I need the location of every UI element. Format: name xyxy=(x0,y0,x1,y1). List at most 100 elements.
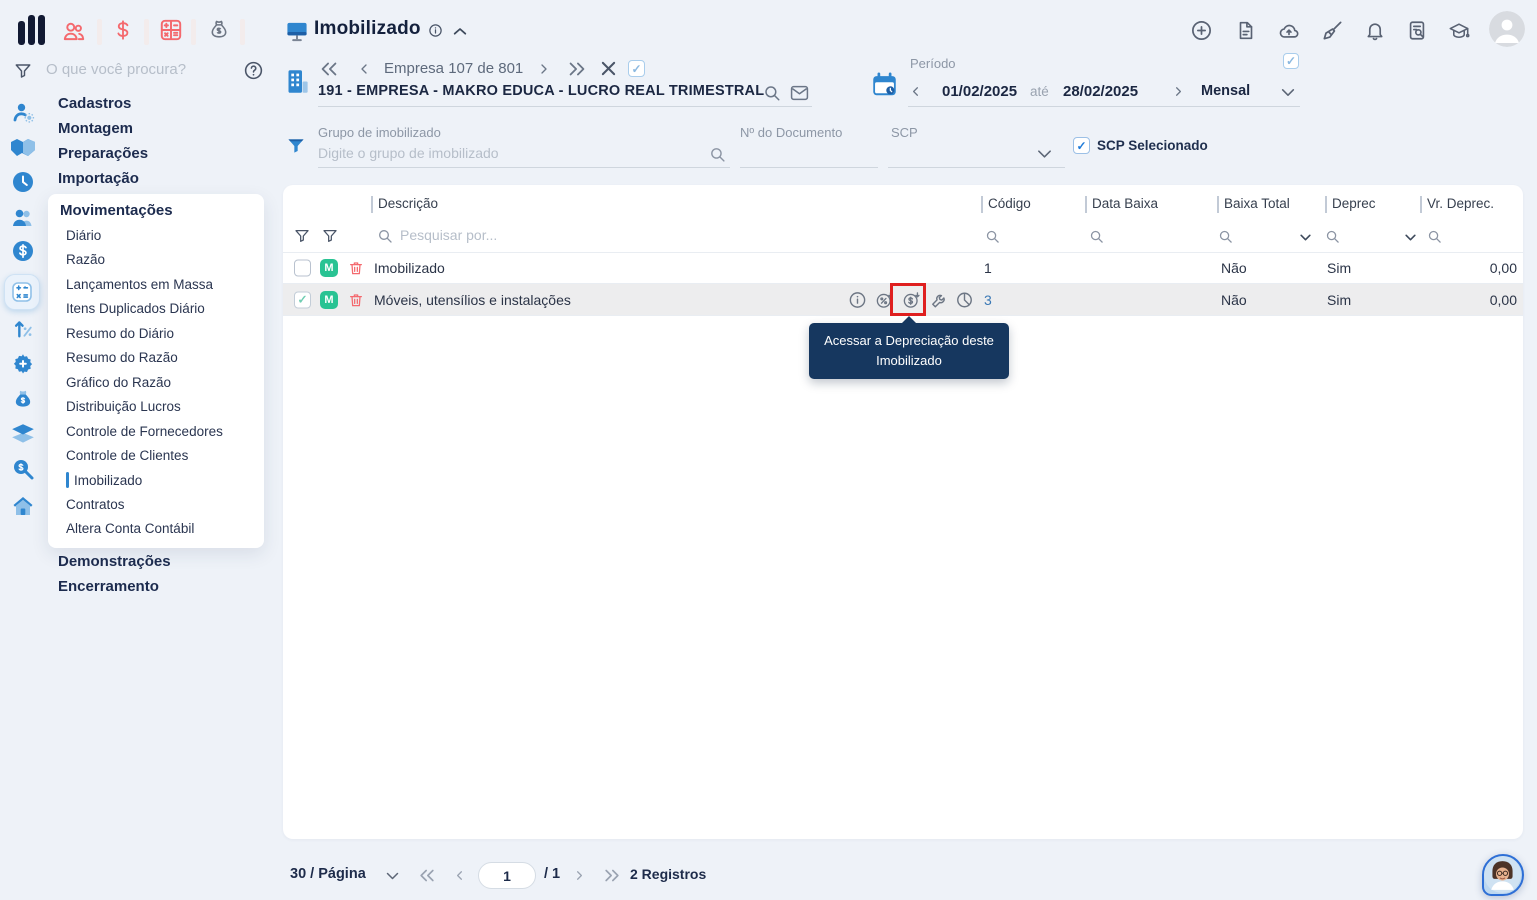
user-settings-icon[interactable] xyxy=(11,100,36,124)
calculator-active-icon[interactable] xyxy=(4,274,40,310)
submenu-item-imobilizado-active[interactable]: Imobilizado xyxy=(66,472,142,488)
table-search-icon[interactable] xyxy=(377,228,393,244)
user-avatar[interactable] xyxy=(1489,11,1525,47)
next-period-icon[interactable] xyxy=(1171,84,1186,99)
page-size-chevron-icon[interactable] xyxy=(385,871,400,881)
home-icon[interactable] xyxy=(10,494,36,518)
chevron-up-icon[interactable] xyxy=(452,25,468,37)
first-page-icon[interactable] xyxy=(417,868,437,883)
period-end-date[interactable]: 28/02/2025 xyxy=(1063,83,1138,100)
baixa-total-search-icon[interactable] xyxy=(1218,229,1233,244)
handshake-icon[interactable] xyxy=(9,135,37,157)
group-filter-input[interactable] xyxy=(318,145,688,161)
submenu-item-diario[interactable]: Diário xyxy=(66,228,101,243)
table-funnel-icon[interactable] xyxy=(294,228,310,244)
document-search-icon[interactable] xyxy=(1406,19,1428,42)
dollar-circle-icon[interactable] xyxy=(11,239,35,263)
column-header-descricao[interactable]: Descrição xyxy=(378,196,438,211)
sidebar-item-importacao[interactable]: Importação xyxy=(58,170,139,187)
row-checkbox[interactable] xyxy=(294,259,311,277)
sidebar-item-encerramento[interactable]: Encerramento xyxy=(58,578,159,595)
period-start-date[interactable]: 01/02/2025 xyxy=(942,83,1017,100)
submenu-item-itens-duplicados-diario[interactable]: Itens Duplicados Diário xyxy=(66,301,205,316)
submenu-item-resumo-do-diario[interactable]: Resumo do Diário xyxy=(66,326,174,341)
row-checkbox[interactable] xyxy=(294,291,311,308)
people-icon[interactable] xyxy=(10,206,36,230)
info-icon[interactable] xyxy=(848,290,867,309)
submenu-item-controle-de-clientes[interactable]: Controle de Clientes xyxy=(66,448,188,463)
table-search-input[interactable] xyxy=(400,227,650,243)
scp-chevron-down-icon[interactable] xyxy=(1036,148,1053,160)
column-header-deprec[interactable]: Deprec xyxy=(1332,196,1376,211)
growth-percent-icon[interactable] xyxy=(12,316,34,340)
baixa-total-chevron-icon[interactable] xyxy=(1299,233,1312,242)
layers-icon[interactable] xyxy=(10,423,36,445)
notifications-icon[interactable] xyxy=(1364,19,1386,42)
prev-company-icon[interactable] xyxy=(356,61,372,77)
submenu-item-altera-conta-contabil[interactable]: Altera Conta Contábil xyxy=(66,521,194,536)
table-funnel-clear-icon[interactable] xyxy=(322,228,338,244)
cloud-upload-icon[interactable] xyxy=(1277,20,1301,42)
last-company-icon[interactable] xyxy=(566,61,588,77)
info-icon[interactable] xyxy=(428,23,443,38)
add-icon[interactable] xyxy=(1190,19,1213,42)
money-bag-icon[interactable] xyxy=(208,16,230,42)
makro-logo[interactable] xyxy=(18,15,45,45)
gear-icon[interactable] xyxy=(10,351,36,377)
chevron-down-icon[interactable] xyxy=(1280,87,1296,98)
global-search-input[interactable] xyxy=(46,61,221,78)
sidebar-item-montagem[interactable]: Montagem xyxy=(58,120,133,137)
submenu-item-razao[interactable]: Razão xyxy=(66,252,105,267)
submenu-item-distribuicao-lucros[interactable]: Distribuição Lucros xyxy=(66,399,181,414)
column-header-codigo[interactable]: Código xyxy=(988,196,1031,211)
next-company-icon[interactable] xyxy=(536,61,552,77)
support-avatar[interactable] xyxy=(1482,854,1524,896)
prev-page-icon[interactable] xyxy=(452,868,467,883)
search-audit-icon[interactable] xyxy=(11,457,35,481)
currency-icon[interactable] xyxy=(112,16,134,44)
submenu-item-contratos[interactable]: Contratos xyxy=(66,497,125,512)
data-baixa-search-icon[interactable] xyxy=(1089,229,1104,244)
table-row[interactable]: M Imobilizado 1 Não Sim 0,00 xyxy=(283,252,1523,284)
company-search-icon[interactable] xyxy=(763,84,781,102)
filter-funnel-blue-icon[interactable] xyxy=(286,136,306,156)
sidebar-item-cadastros[interactable]: Cadastros xyxy=(58,95,131,112)
column-header-vr-deprec[interactable]: Vr. Deprec. xyxy=(1427,196,1494,211)
submenu-item-resumo-do-razao[interactable]: Resumo do Razão xyxy=(66,350,178,365)
vr-deprec-search-icon[interactable] xyxy=(1427,229,1442,244)
filter-funnel-icon[interactable] xyxy=(14,62,32,80)
column-header-baixa-total[interactable]: Baixa Total xyxy=(1224,196,1290,211)
document-filter-input[interactable] xyxy=(740,145,875,161)
submenu-item-grafico-do-razao[interactable]: Gráfico do Razão xyxy=(66,375,171,390)
delete-icon[interactable] xyxy=(348,291,364,308)
submenu-item-controle-de-fornecedores[interactable]: Controle de Fornecedores xyxy=(66,424,223,439)
money-bag-icon[interactable] xyxy=(12,386,34,411)
company-checkbox[interactable] xyxy=(628,60,645,77)
prev-period-icon[interactable] xyxy=(908,84,923,99)
tools-icon[interactable] xyxy=(930,290,949,309)
next-page-icon[interactable] xyxy=(572,868,587,883)
deprec-chevron-icon[interactable] xyxy=(1404,233,1417,242)
users-icon[interactable] xyxy=(60,18,88,44)
new-document-icon[interactable] xyxy=(1235,19,1257,42)
close-icon[interactable] xyxy=(601,61,616,76)
education-icon[interactable] xyxy=(1446,20,1472,42)
calculator-icon[interactable] xyxy=(158,17,184,43)
sidebar-item-demonstracoes[interactable]: Demonstrações xyxy=(58,553,171,570)
period-interval-select[interactable]: Mensal xyxy=(1201,83,1250,99)
clock-icon[interactable] xyxy=(11,170,35,194)
codigo-search-icon[interactable] xyxy=(985,229,1000,244)
column-header-data-baixa[interactable]: Data Baixa xyxy=(1092,196,1158,211)
deprec-search-icon[interactable] xyxy=(1325,229,1340,244)
help-icon[interactable] xyxy=(243,60,264,81)
last-page-icon[interactable] xyxy=(602,868,622,883)
group-search-icon[interactable] xyxy=(709,146,726,163)
first-company-icon[interactable] xyxy=(318,61,340,77)
submenu-item-lancamentos-em-massa[interactable]: Lançamentos em Massa xyxy=(66,277,213,292)
page-size-select[interactable]: 30 / Página xyxy=(290,866,366,882)
mail-icon[interactable] xyxy=(790,85,809,101)
pie-chart-icon[interactable] xyxy=(955,290,974,309)
period-checkbox[interactable] xyxy=(1283,53,1299,69)
sidebar-item-preparacoes[interactable]: Preparações xyxy=(58,145,148,162)
clean-icon[interactable] xyxy=(1321,19,1344,42)
